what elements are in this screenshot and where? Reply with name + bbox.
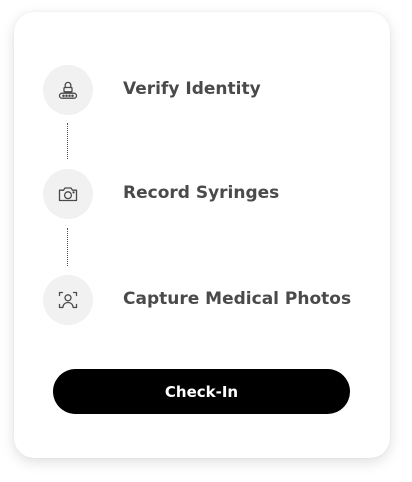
face-scan-icon	[43, 275, 93, 325]
step-label: Record Syringes	[123, 183, 280, 203]
step-label: Capture Medical Photos	[123, 289, 352, 309]
step-connector	[67, 228, 68, 266]
step-verify-identity[interactable]: Verify Identity	[43, 65, 373, 117]
step-label: Verify Identity	[123, 79, 261, 99]
check-in-button[interactable]: Check-In	[53, 369, 350, 414]
camera-icon	[43, 169, 93, 219]
lock-keypad-icon	[43, 65, 93, 115]
step-connector	[67, 123, 68, 159]
step-record-syringes[interactable]: Record Syringes	[43, 169, 373, 221]
step-capture-medical-photos[interactable]: Capture Medical Photos	[43, 275, 373, 327]
check-in-card: Verify Identity Record Syringes Capture …	[14, 12, 390, 458]
